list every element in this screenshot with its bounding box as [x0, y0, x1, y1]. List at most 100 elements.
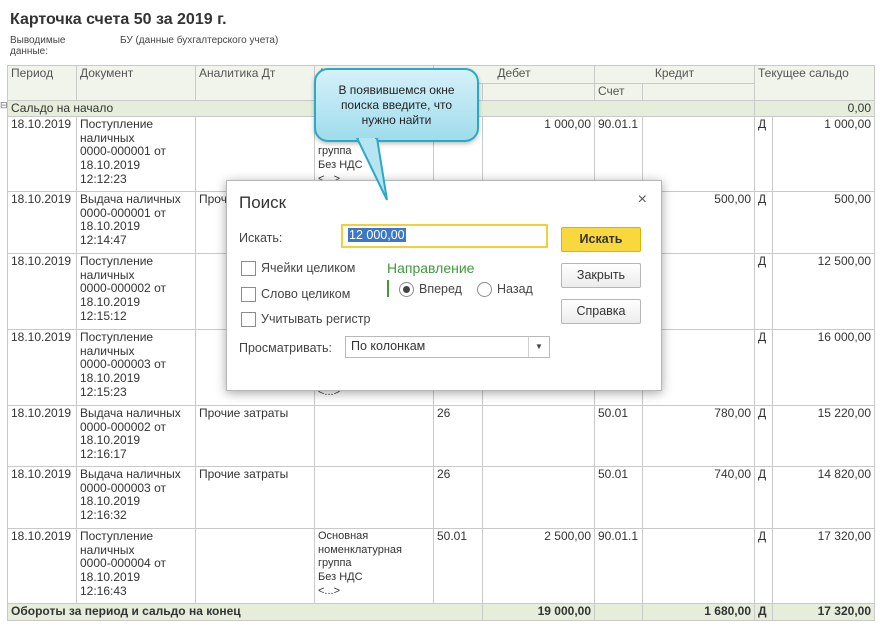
- view-mode-value: По колонкам: [351, 339, 426, 353]
- find-button[interactable]: Искать: [561, 227, 641, 252]
- document-line: наличных: [80, 267, 135, 282]
- whole-cell-label: Ячейки целиком: [261, 261, 356, 275]
- cell-period: 18.10.2019: [7, 191, 77, 255]
- document-line: 12:16:17: [80, 446, 127, 461]
- cell-credit-account: 50.01: [594, 466, 643, 530]
- direction-back-radio[interactable]: [477, 282, 492, 297]
- cell-period: 18.10.2019: [7, 466, 77, 530]
- view-mode-label: Просматривать:: [239, 341, 332, 355]
- document-line: Выдача наличных: [80, 467, 181, 482]
- report-title: Карточка счета 50 за 2019 г.: [10, 11, 227, 28]
- col-balance: Текущее сальдо: [754, 65, 875, 101]
- totals-row: Обороты за период и сальдо на конец 19 00…: [7, 603, 875, 621]
- document-line: Поступление: [80, 529, 154, 544]
- cell-credit-amount: 740,00: [642, 466, 755, 530]
- cell-analytics-dt: Прочие затраты: [195, 466, 315, 530]
- document-line: 12:15:23: [80, 384, 127, 399]
- document-line: Поступление: [80, 254, 154, 269]
- document-line: 18.10.2019: [80, 157, 141, 172]
- cell-balance: 14 820,00: [772, 466, 875, 530]
- document-line: Поступление: [80, 117, 154, 132]
- cell-credit-amount: 780,00: [642, 405, 755, 468]
- cell-balance: 17 320,00: [772, 528, 875, 605]
- search-input[interactable]: 12 000,00: [341, 224, 548, 248]
- cell-credit-account: 90.01.1: [594, 528, 643, 605]
- chevron-down-icon[interactable]: ▼: [528, 337, 549, 357]
- search-input-value: 12 000,00: [348, 228, 406, 242]
- whole-cell-checkbox[interactable]: [241, 261, 256, 276]
- cell-period: 18.10.2019: [7, 116, 77, 193]
- direction-title: Направление: [387, 260, 475, 276]
- document-line: 0000-000002 от: [80, 419, 166, 434]
- output-data-label: Выводимые данные:: [10, 35, 66, 57]
- match-case-label: Учитывать регистр: [261, 312, 371, 326]
- table-row[interactable]: 18.10.2019 Выдача наличных 0000-000002 от 1…: [7, 405, 875, 468]
- cell-balance-type: Д: [754, 405, 773, 468]
- cell-debit-account: 26: [433, 466, 483, 530]
- direction-forward-radio[interactable]: [399, 282, 414, 297]
- cell-balance-type: Д: [754, 116, 773, 193]
- direction-forward-label: Вперед: [419, 282, 462, 296]
- help-button[interactable]: Справка: [561, 299, 641, 324]
- output-data-value: БУ (данные бухгалтерского учета): [120, 35, 279, 46]
- document-line: Выдача наличных: [80, 192, 181, 207]
- cell-analytics-kt: [314, 466, 434, 530]
- close-icon[interactable]: ×: [638, 191, 647, 209]
- col-credit: Кредит: [594, 65, 755, 84]
- totals-credit: 1 680,00: [642, 603, 755, 621]
- cell-document: Выдача наличных 0000-000001 от 18.10.2019 1…: [76, 191, 196, 255]
- cell-debit-amount: [482, 405, 595, 468]
- cell-balance: 15 220,00: [772, 405, 875, 468]
- opening-balance-value: 0,00: [754, 99, 875, 118]
- totals-balance-type: Д: [754, 603, 773, 621]
- cell-balance-type: Д: [754, 191, 773, 255]
- document-line: 0000-000001 от: [80, 205, 166, 220]
- whole-word-label: Слово целиком: [261, 287, 351, 301]
- document-line: наличных: [80, 542, 135, 557]
- document-line: 0000-000002 от: [80, 281, 166, 296]
- col-document: Документ: [76, 65, 196, 101]
- document-line: 12:15:12: [80, 308, 127, 323]
- close-button[interactable]: Закрыть: [561, 263, 641, 288]
- cell-debit-account: 26: [433, 405, 483, 468]
- analytics-line: группа: [318, 557, 352, 570]
- cell-document: Поступление наличных 0000-000001 от 18.10.2…: [76, 116, 196, 193]
- whole-word-checkbox[interactable]: [241, 287, 256, 302]
- analytics-line: Основная: [318, 530, 369, 543]
- totals-balance: 17 320,00: [772, 603, 875, 621]
- document-line: 0000-000003 от: [80, 357, 166, 372]
- table-row[interactable]: 18.10.2019 Выдача наличных 0000-000003 от 1…: [7, 466, 875, 530]
- totals-spacer: [594, 603, 643, 621]
- cell-balance: 500,00: [772, 191, 875, 255]
- cell-debit-amount: [482, 466, 595, 530]
- col-credit-account: Счет: [594, 83, 643, 101]
- cell-credit-account: 50.01: [594, 405, 643, 468]
- document-line: наличных: [80, 130, 135, 145]
- cell-balance-type: Д: [754, 253, 773, 331]
- totals-debit: 19 000,00: [482, 603, 595, 621]
- cell-document: Поступление наличных 0000-000004 от 18.10.2…: [76, 528, 196, 605]
- col-analytics-dt: Аналитика Дт: [195, 65, 315, 101]
- document-line: 0000-000004 от: [80, 556, 166, 571]
- document-line: 18.10.2019: [80, 219, 141, 234]
- document-line: Выдача наличных: [80, 406, 181, 421]
- view-mode-select[interactable]: По колонкам ▼: [345, 336, 550, 358]
- totals-label: Обороты за период и сальдо на конец: [7, 603, 483, 621]
- match-case-checkbox[interactable]: [241, 312, 256, 327]
- cell-credit-amount: [642, 528, 755, 605]
- document-line: 18.10.2019: [80, 569, 141, 584]
- document-line: наличных: [80, 343, 135, 358]
- document-line: 12:16:32: [80, 507, 127, 522]
- document-line: 12:16:43: [80, 583, 127, 598]
- cell-document: Поступление наличных 0000-000002 от 18.10.2…: [76, 253, 196, 331]
- table-row[interactable]: 18.10.2019 Поступление наличных 0000-000004…: [7, 528, 875, 605]
- cell-balance: 16 000,00: [772, 329, 875, 407]
- analytics-line: Без НДС: [318, 570, 363, 583]
- document-line: 12:12:23: [80, 171, 127, 186]
- callout-pointer: [355, 138, 388, 201]
- dialog-title: Поиск: [239, 193, 287, 212]
- cell-analytics-kt: [314, 405, 434, 468]
- cell-balance-type: Д: [754, 466, 773, 530]
- cell-document: Поступление наличных 0000-000003 от 18.10.2…: [76, 329, 196, 407]
- analytics-line: номенклатурная: [318, 543, 402, 556]
